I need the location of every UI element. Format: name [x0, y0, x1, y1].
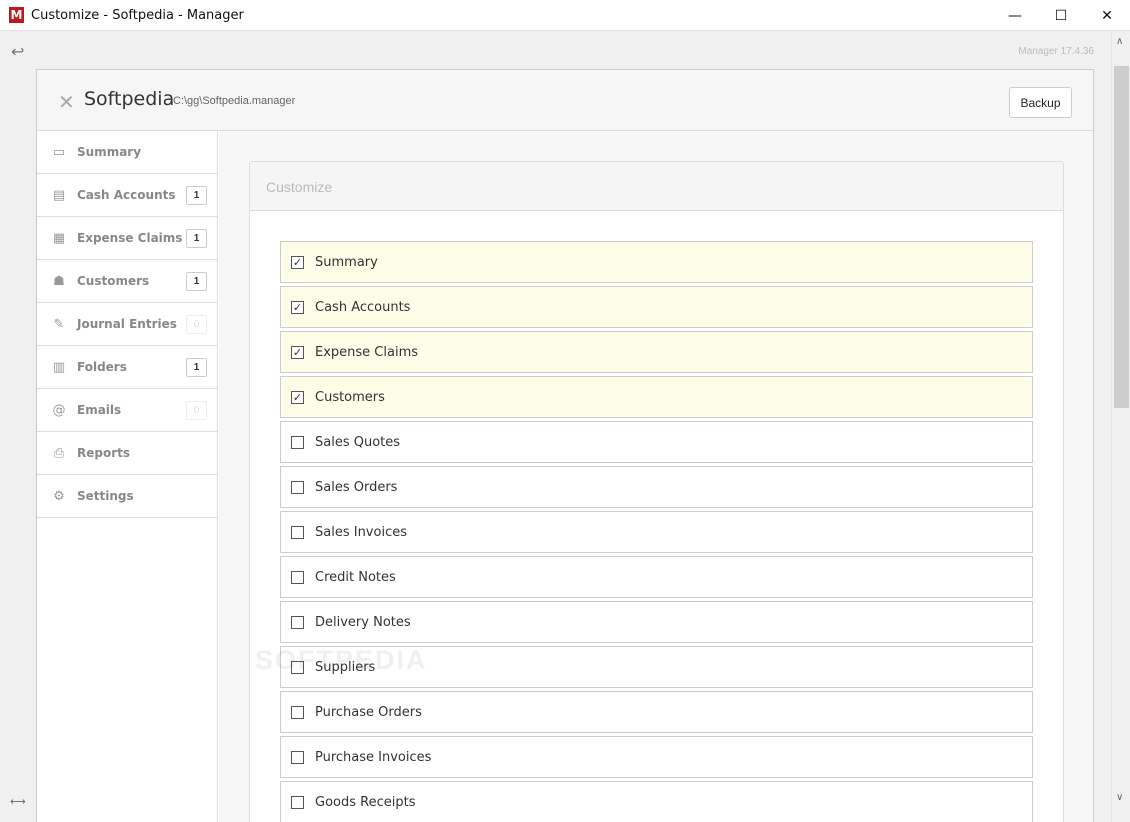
count-badge: 1 [186, 185, 207, 205]
scroll-up-icon[interactable]: ∧ [1116, 36, 1123, 47]
at-icon: @ [52, 402, 66, 418]
sidebar-item-label: Summary [77, 145, 142, 159]
sidebar-item-label: Settings [77, 489, 134, 503]
close-window-button[interactable]: ✕ [1084, 0, 1130, 31]
sidebar-item-label: Journal Entries [77, 317, 177, 331]
customize-header: Customize [250, 162, 1063, 211]
sidebar-item-folders[interactable]: ▥ Folders 1 [37, 346, 218, 389]
printer-icon: ⎙ [53, 445, 65, 461]
count-badge: 0 [186, 400, 207, 420]
checkbox[interactable] [291, 436, 304, 449]
tab-option-delivery-notes[interactable]: Delivery Notes [280, 601, 1033, 643]
window-title: Customize - Softpedia - Manager [31, 8, 244, 23]
option-label: Customers [315, 390, 385, 405]
checkbox[interactable]: ✓ [291, 391, 304, 404]
option-label: Delivery Notes [315, 615, 411, 630]
tab-option-cash-accounts[interactable]: ✓ Cash Accounts [280, 286, 1033, 328]
back-icon[interactable]: ↩ [11, 42, 24, 61]
gears-icon: ⚙ [53, 488, 65, 504]
option-label: Sales Quotes [315, 435, 401, 450]
checkbox[interactable] [291, 796, 304, 809]
checkbox[interactable]: ✓ [291, 346, 304, 359]
sidebar-item-label: Customers [77, 274, 150, 288]
sidebar-item-label: Expense Claims [77, 231, 183, 245]
count-badge: 0 [186, 314, 207, 334]
maximize-button[interactable]: ☐ [1038, 0, 1084, 31]
tab-option-sales-invoices[interactable]: Sales Invoices [280, 511, 1033, 553]
softpedia-watermark: SOFTPEDIA [255, 645, 428, 675]
scroll-thumb[interactable] [1114, 66, 1129, 408]
option-label: Goods Receipts [315, 795, 416, 810]
version-label: Manager 17.4.36 [1018, 46, 1094, 57]
sidebar: ▭ Summary ▤ Cash Accounts 1 ▦ Expense Cl… [37, 131, 218, 822]
presentation-icon: ▭ [52, 144, 66, 160]
sidebar-item-summary[interactable]: ▭ Summary [37, 131, 218, 174]
option-label: Sales Orders [315, 480, 398, 495]
checkbox[interactable] [291, 616, 304, 629]
business-header: ✕ Softpedia C:\gg\Softpedia.manager Back… [37, 70, 1093, 131]
business-name: Softpedia [84, 88, 175, 110]
minimize-button[interactable]: — [992, 0, 1038, 31]
business-panel: ✕ Softpedia C:\gg\Softpedia.manager Back… [36, 69, 1094, 822]
option-label: Purchase Invoices [315, 750, 432, 765]
tab-option-sales-orders[interactable]: Sales Orders [280, 466, 1033, 508]
checkbox[interactable] [291, 481, 304, 494]
tab-option-sales-quotes[interactable]: Sales Quotes [280, 421, 1033, 463]
count-badge: 1 [186, 228, 207, 248]
sidebar-item-label: Reports [77, 446, 131, 460]
backup-button[interactable]: Backup [1009, 87, 1072, 118]
checkbox[interactable] [291, 526, 304, 539]
sidebar-item-journal-entries[interactable]: ✎ Journal Entries 0 [37, 303, 218, 346]
count-badge: 1 [186, 271, 207, 291]
tab-option-expense-claims[interactable]: ✓ Expense Claims [280, 331, 1033, 373]
checkbox[interactable] [291, 571, 304, 584]
option-label: Purchase Orders [315, 705, 422, 720]
sidebar-item-reports[interactable]: ⎙ Reports [37, 432, 218, 475]
sidebar-item-label: Emails [77, 403, 122, 417]
checkbox[interactable]: ✓ [291, 301, 304, 314]
sidebar-item-label: Cash Accounts [77, 188, 176, 202]
quill-icon: ✎ [53, 316, 65, 332]
option-label: Credit Notes [315, 570, 396, 585]
sidebar-item-settings[interactable]: ⚙ Settings [37, 475, 218, 518]
checkbox[interactable] [291, 706, 304, 719]
sidebar-item-expense-claims[interactable]: ▦ Expense Claims 1 [37, 217, 218, 260]
sidebar-item-cash-accounts[interactable]: ▤ Cash Accounts 1 [37, 174, 218, 217]
expand-width-icon[interactable]: ⟷ [10, 795, 26, 808]
tab-option-summary[interactable]: ✓ Summary [280, 241, 1033, 283]
sidebar-item-label: Folders [77, 360, 127, 374]
option-label: Summary [315, 255, 378, 270]
cash-register-icon: ▤ [52, 187, 66, 203]
app-logo: M [9, 7, 24, 23]
customize-card: Customize ✓ Summary ✓ Cash Accounts ✓ Ex… [249, 161, 1064, 822]
tab-option-customers[interactable]: ✓ Customers [280, 376, 1033, 418]
tab-option-purchase-invoices[interactable]: Purchase Invoices [280, 736, 1033, 778]
option-label: Sales Invoices [315, 525, 407, 540]
customize-title: Customize [266, 179, 333, 195]
option-label: Cash Accounts [315, 300, 411, 315]
people-icon: ☗ [53, 273, 65, 289]
checkbox[interactable]: ✓ [291, 256, 304, 269]
content-area: Customize ✓ Summary ✓ Cash Accounts ✓ Ex… [219, 131, 1093, 822]
count-badge: 1 [186, 357, 207, 377]
sidebar-item-emails[interactable]: @ Emails 0 [37, 389, 218, 432]
tab-option-goods-receipts[interactable]: Goods Receipts [280, 781, 1033, 822]
close-business-icon[interactable]: ✕ [58, 90, 75, 114]
checkbox[interactable] [291, 751, 304, 764]
business-path: C:\gg\Softpedia.manager [173, 95, 296, 107]
title-bar: M Customize - Softpedia - Manager — ☐ ✕ [0, 0, 1130, 31]
scroll-down-icon[interactable]: ∨ [1116, 792, 1123, 803]
tab-option-credit-notes[interactable]: Credit Notes [280, 556, 1033, 598]
expense-icon: ▦ [52, 230, 66, 246]
sidebar-item-customers[interactable]: ☗ Customers 1 [37, 260, 218, 303]
vertical-scrollbar[interactable]: ∧ ∨ [1111, 32, 1130, 822]
option-label: Expense Claims [315, 345, 419, 360]
tab-option-purchase-orders[interactable]: Purchase Orders [280, 691, 1033, 733]
folder-icon: ▥ [52, 359, 66, 375]
